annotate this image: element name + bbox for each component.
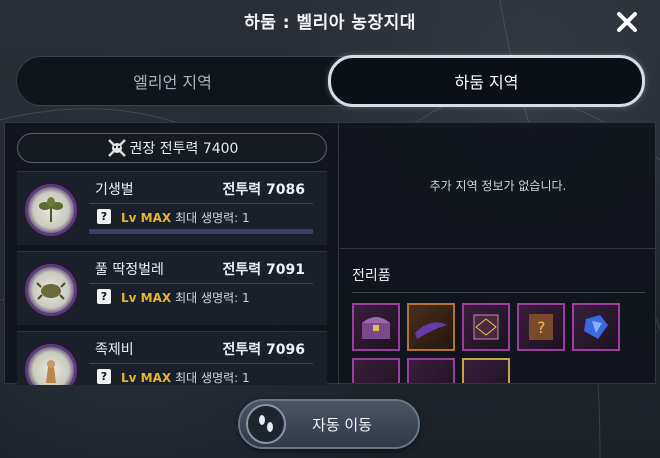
monster-entry[interactable]: 풀 딱정벌레 전투력 7091 ? Lv MAX 최대 생명력: 1 [17,251,327,325]
divider [352,292,646,293]
monster-list: 권장 전투력 7400 기생벌 전투력 7086 ? Lv MAX 최대 생명력:… [5,123,339,385]
divider [89,283,313,284]
no-region-info-text: 추가 지역 정보가 없습니다. [340,123,656,249]
monster-level-row: Lv MAX 최대 생명력: 1 [121,369,250,385]
question-icon[interactable]: ? [97,369,111,384]
loot-grid: ? [352,303,652,383]
region-tabs: 엘리언 지역 하둠 지역 [16,55,645,107]
beetle-icon [25,264,77,316]
recommended-power-label: 권장 전투력 7400 [129,141,239,157]
monster-hp-bar [89,229,313,234]
bee-plant-icon [25,184,77,236]
tab-elion-region[interactable]: 엘리언 지역 [17,57,328,105]
crossed-swords-icon [107,139,126,157]
purple-ribbon-icon[interactable] [407,303,455,351]
weasel-icon [25,344,77,385]
monster-power: 전투력 7096 [222,342,305,358]
monster-hp: 최대 생명력: 1 [175,371,250,385]
window-title: 하둠 : 벨리아 농장지대 [244,13,416,33]
footsteps-icon [246,404,286,444]
auto-move-button[interactable]: 자동 이동 [238,399,420,449]
monster-level-row: Lv MAX 최대 생명력: 1 [121,289,250,306]
question-icon[interactable]: ? [97,209,111,224]
monster-entry[interactable]: 족제비 전투력 7096 ? Lv MAX 최대 생명력: 1 [17,331,327,385]
loot-title: 전리품 [352,268,391,284]
magic-scroll-icon[interactable] [462,303,510,351]
recommended-power-badge: 권장 전투력 7400 [17,133,327,163]
region-info-panel: 추가 지역 정보가 없습니다. 전리품 ? [340,123,656,385]
star-emblem-icon[interactable] [462,358,510,383]
monster-hp: 최대 생명력: 1 [175,291,250,305]
monster-hp: 최대 생명력: 1 [175,211,250,225]
monster-level-row: Lv MAX 최대 생명력: 1 [121,209,250,226]
divider [89,363,313,364]
mystery-book-icon[interactable]: ? [517,303,565,351]
divider [89,203,313,204]
region-panel: 권장 전투력 7400 기생벌 전투력 7086 ? Lv MAX 최대 생명력:… [4,122,656,385]
purple-flame-icon[interactable] [407,358,455,383]
question-icon[interactable]: ? [97,289,111,304]
monster-level: Lv MAX [121,291,172,305]
monster-name: 풀 딱정벌레 [95,262,164,278]
dark-gem-icon[interactable] [352,358,400,383]
treasure-chest-icon[interactable] [352,303,400,351]
svg-text:?: ? [537,318,546,337]
monster-power: 전투력 7086 [222,182,305,198]
monster-name: 족제비 [95,342,134,358]
monster-level: Lv MAX [121,211,172,225]
monster-name: 기생벌 [95,182,134,198]
monster-power: 전투력 7091 [222,262,305,278]
monster-level: Lv MAX [121,371,172,385]
blue-crystal-icon[interactable] [572,303,620,351]
monster-entry[interactable]: 기생벌 전투력 7086 ? Lv MAX 최대 생명력: 1 [17,171,327,245]
auto-move-label: 자동 이동 [312,415,372,434]
close-icon[interactable] [614,9,640,35]
tab-hadum-region[interactable]: 하둠 지역 [328,55,645,107]
